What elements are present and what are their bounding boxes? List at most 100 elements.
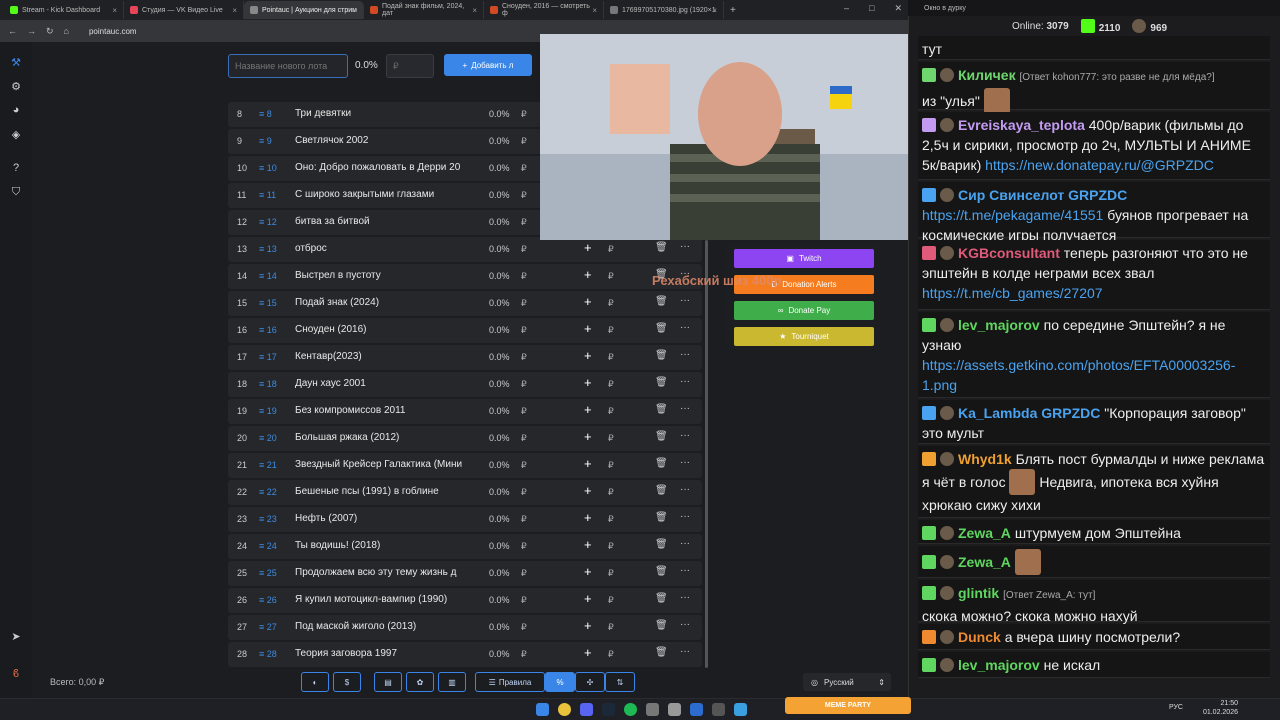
settings-icon[interactable]: ⚙ — [8, 78, 24, 94]
lot-name[interactable]: Даун хаус 2001 — [295, 378, 473, 389]
lot-name[interactable]: Сноуден (2016) — [295, 324, 473, 335]
more-icon[interactable]: ··· — [680, 619, 690, 630]
notes-icon[interactable]: ▤ — [374, 672, 402, 692]
add-amount-button[interactable]: + — [584, 537, 592, 552]
add-amount-button[interactable]: + — [584, 321, 592, 336]
app-icon[interactable] — [690, 703, 703, 716]
lot-name[interactable]: Большая ржака (2012) — [295, 432, 473, 443]
lot-name-input[interactable] — [228, 54, 348, 78]
trash-icon[interactable]: 🗑 — [655, 323, 668, 334]
more-icon[interactable]: ··· — [680, 457, 690, 468]
donate-pay-button[interactable]: ∞ Donate Pay — [734, 301, 874, 320]
telegram-icon[interactable]: ➤ — [8, 628, 24, 644]
table-row[interactable]: 17 ≡ 17 Кентавр(2023) 0.0% ₽ + ₽ 🗑 ··· — [228, 345, 702, 370]
table-row[interactable]: 23 ≡ 23 Нефть (2007) 0.0% ₽ + ₽ 🗑 ··· — [228, 507, 702, 532]
add-amount-button[interactable]: + — [584, 618, 592, 633]
add-amount-button[interactable]: + — [584, 564, 592, 579]
chat-username[interactable]: Dunck — [958, 629, 1001, 645]
more-icon[interactable]: ··· — [680, 592, 690, 603]
lot-name[interactable]: Кентавр(2023) — [295, 351, 473, 362]
add-amount-button[interactable]: + — [584, 645, 592, 660]
lot-name[interactable]: Под маской жиголо (2013) — [295, 621, 473, 632]
trash-icon[interactable]: 🗑 — [655, 404, 668, 415]
lot-amount-input[interactable]: ₽ — [386, 54, 434, 78]
add-amount-button[interactable]: + — [584, 402, 592, 417]
add-amount-button[interactable]: + — [584, 456, 592, 471]
language-select[interactable]: ◎ Русский ⇕ — [803, 673, 891, 691]
dollar-icon[interactable]: $ — [333, 672, 361, 692]
new-tab-button[interactable]: + — [730, 5, 736, 16]
table-row[interactable]: 27 ≡ 27 Под маской жиголо (2013) 0.0% ₽ + ₽ 🗑 ··… — [228, 615, 702, 640]
forward-icon[interactable]: → — [27, 26, 36, 36]
tourniquet-button[interactable]: ★ Tourniquet — [734, 327, 874, 346]
tab-kick[interactable]: Stream - Kick Dashboard × — [4, 1, 124, 19]
tab-pointauc[interactable]: Pointauc | Аукцион для стрим × — [244, 1, 364, 19]
add-amount-button[interactable]: + — [584, 429, 592, 444]
reload-icon[interactable]: ↻ — [46, 26, 54, 37]
chat-username[interactable]: lev_majorov — [958, 317, 1040, 333]
trash-icon[interactable]: 🗑 — [655, 296, 668, 307]
tab-film[interactable]: Подай знак фильм, 2024, дат × — [364, 1, 484, 19]
trash-icon[interactable]: 🗑 — [655, 242, 668, 253]
add-amount-button[interactable]: + — [584, 375, 592, 390]
add-lot-button[interactable]: + Добавить л — [444, 54, 532, 76]
lot-name[interactable]: Нефть (2007) — [295, 513, 473, 524]
boosty-icon[interactable]: ϐ — [8, 666, 24, 682]
home-icon[interactable]: ⌂ — [64, 26, 69, 36]
chat-username[interactable]: glintik — [958, 585, 999, 601]
lot-name[interactable]: отброс — [295, 243, 473, 254]
lot-name[interactable]: Подай знак (2024) — [295, 297, 473, 308]
back-icon[interactable]: ← — [8, 26, 17, 36]
percent-toggle[interactable]: % — [545, 672, 575, 692]
more-icon[interactable]: ··· — [680, 241, 690, 252]
app-icon[interactable] — [712, 703, 725, 716]
table-row[interactable]: 13 ≡ 13 отброс 0.0% ₽ + ₽ 🗑 ··· — [228, 237, 702, 262]
more-icon[interactable]: ··· — [680, 484, 690, 495]
layers-icon[interactable]: ◈ — [8, 126, 24, 142]
trash-icon[interactable]: 🗑 — [655, 539, 668, 550]
help-icon[interactable]: ? — [8, 160, 24, 176]
auction-icon[interactable]: ⚒ — [8, 54, 24, 70]
more-icon[interactable]: ··· — [680, 349, 690, 360]
lot-name[interactable]: Я купил мотоцикл-вампир (1990) — [295, 594, 473, 605]
tab-image[interactable]: 17699705170380.jpg (1920×1 × — [604, 1, 724, 19]
close-icon[interactable]: × — [232, 6, 237, 15]
trash-icon[interactable]: 🗑 — [655, 458, 668, 469]
add-amount-button[interactable]: + — [584, 591, 592, 606]
more-icon[interactable]: ··· — [680, 295, 690, 306]
chat-username[interactable]: Ka_Lambda — [958, 405, 1037, 421]
keyboard-lang[interactable]: РУС — [1169, 703, 1183, 712]
scrollbar[interactable] — [705, 240, 708, 668]
table-row[interactable]: 20 ≡ 20 Большая ржака (2012) 0.0% ₽ + ₽ 🗑 ··· — [228, 426, 702, 451]
tab-vk[interactable]: Студия — VK Видео Live × — [124, 1, 244, 19]
trash-icon[interactable]: 🗑 — [655, 431, 668, 442]
add-amount-button[interactable]: + — [584, 240, 592, 255]
more-icon[interactable]: ··· — [680, 646, 690, 657]
chat-link[interactable]: https://t.me/pekagame/41551 — [922, 207, 1103, 223]
more-icon[interactable]: ··· — [680, 322, 690, 333]
close-icon[interactable]: × — [112, 6, 117, 15]
lot-name[interactable]: Без компромиссов 2011 — [295, 405, 473, 416]
app-icon[interactable] — [668, 703, 681, 716]
table-row[interactable]: 18 ≡ 18 Даун хаус 2001 0.0% ₽ + ₽ 🗑 ··· — [228, 372, 702, 397]
lot-name[interactable]: Светлячок 2002 — [295, 135, 473, 146]
trash-icon[interactable]: 🗑 — [655, 485, 668, 496]
discord-icon[interactable] — [580, 703, 593, 716]
chat-link[interactable]: https://t.me/cb_games/27207 — [922, 285, 1103, 301]
more-icon[interactable]: ··· — [680, 403, 690, 414]
url-field[interactable]: pointauc.com — [89, 27, 137, 36]
table-row[interactable]: 21 ≡ 21 Звездный Крейсер Галактика (Мини 0.… — [228, 453, 702, 478]
chat-username[interactable]: Whyd1k — [958, 451, 1012, 467]
trash-icon[interactable]: 🗑 — [655, 566, 668, 577]
chat-username[interactable]: Киличек — [958, 67, 1016, 83]
more-icon[interactable]: ··· — [680, 511, 690, 522]
delete-all-icon[interactable]: ▥ — [438, 672, 466, 692]
table-row[interactable]: 22 ≡ 22 Бешеные псы (1991) в гоблине 0.0% ₽ +… — [228, 480, 702, 505]
more-icon[interactable]: ··· — [680, 565, 690, 576]
chat-username[interactable]: Zewa_A — [958, 554, 1011, 570]
chat-username[interactable]: Zewa_A — [958, 525, 1011, 541]
more-icon[interactable]: ··· — [680, 430, 690, 441]
lot-name[interactable]: Три девятки — [295, 108, 473, 119]
github-icon[interactable]: ◐ — [301, 672, 329, 692]
shield-icon[interactable]: ⛉ — [8, 184, 24, 200]
